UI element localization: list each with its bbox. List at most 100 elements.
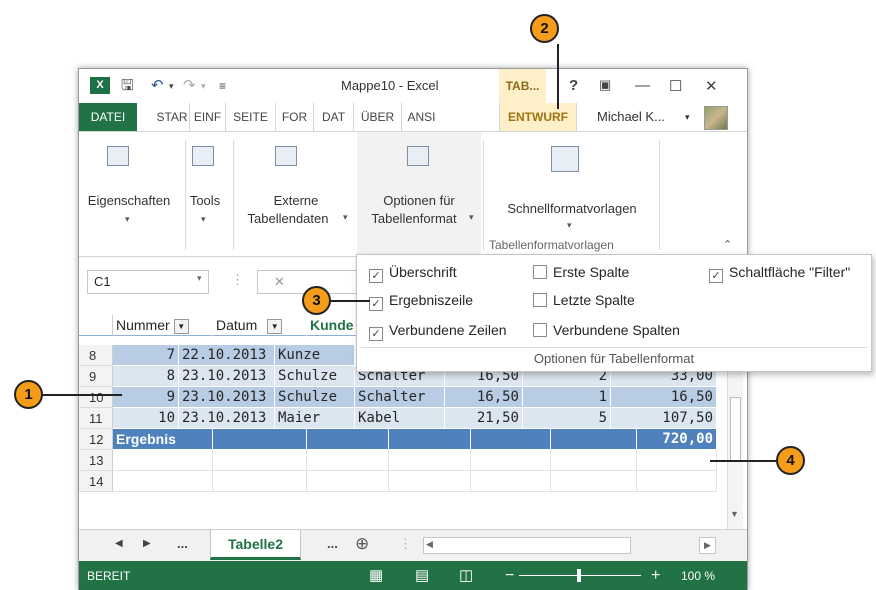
cancel-formula-icon[interactable]: ✕ [274, 274, 285, 290]
empty-cell[interactable] [213, 471, 307, 492]
cell-datum[interactable]: 23.10.2013 [179, 387, 275, 408]
page-break-view-icon[interactable]: ◫ [459, 561, 473, 590]
external-data-label-1[interactable]: Externe [237, 192, 355, 210]
total-cell[interactable] [551, 429, 637, 450]
cell-artikel[interactable]: Schalter [355, 387, 445, 408]
scroll-down-icon[interactable]: ▼ [730, 509, 739, 519]
option-ergebniszeile[interactable]: ✓ Ergebniszeile [369, 291, 473, 311]
total-cell[interactable] [307, 429, 389, 450]
sheet-prev-icon[interactable]: ◀ [115, 538, 123, 549]
cell-summe[interactable]: 16,50 [611, 387, 717, 408]
row-number[interactable]: 10 [79, 387, 113, 408]
empty-cell[interactable] [471, 471, 551, 492]
tab-datei[interactable]: DATEI [79, 103, 137, 131]
cell-nummer[interactable]: 9 [113, 387, 179, 408]
scroll-right-icon[interactable]: ▶ [699, 537, 716, 554]
total-summe[interactable]: 720,00 [637, 429, 717, 450]
checkbox-checked-icon[interactable]: ✓ [709, 269, 723, 283]
tab-daten[interactable]: DAT [313, 103, 353, 131]
total-cell[interactable] [389, 429, 471, 450]
checkbox-unchecked-icon[interactable] [533, 293, 547, 307]
checkbox-checked-icon[interactable]: ✓ [369, 269, 383, 283]
checkbox-checked-icon[interactable]: ✓ [369, 297, 383, 311]
corner[interactable] [79, 315, 113, 336]
empty-cell[interactable] [113, 471, 213, 492]
option-filter-button[interactable]: ✓ Schaltfläche "Filter" [709, 263, 850, 283]
option-erste-spalte[interactable]: Erste Spalte [533, 263, 629, 281]
maximize-icon[interactable]: ☐ [669, 77, 682, 95]
customize-quick-access-icon[interactable]: ≡ [219, 77, 226, 95]
properties-button[interactable]: Eigenschaften [79, 192, 179, 210]
zoom-slider-thumb[interactable] [577, 569, 581, 582]
zoom-out-icon[interactable]: − [505, 561, 514, 590]
help-icon[interactable]: ? [569, 77, 578, 94]
cell-kunde[interactable]: Schulze [275, 366, 355, 387]
tab-ansicht[interactable]: ANSI [401, 103, 441, 131]
empty-cell[interactable] [307, 471, 389, 492]
user-name[interactable]: Michael K... [597, 103, 665, 131]
scroll-left-icon[interactable]: ◀ [426, 539, 433, 550]
empty-cell[interactable] [307, 450, 389, 471]
checkbox-checked-icon[interactable]: ✓ [369, 327, 383, 341]
empty-cell[interactable] [637, 471, 717, 492]
cell-kunde[interactable]: Schulze [275, 387, 355, 408]
zoom-in-icon[interactable]: + [651, 561, 660, 590]
table-style-options-label-1[interactable]: Optionen für [357, 192, 481, 210]
cell-menge[interactable]: 5 [523, 408, 611, 429]
external-data-label-2[interactable]: Tabellendaten [235, 210, 341, 228]
empty-cell[interactable] [471, 450, 551, 471]
total-label[interactable]: Ergebnis [113, 429, 213, 450]
avatar[interactable] [704, 106, 728, 130]
tab-start[interactable]: STAR [155, 103, 189, 131]
normal-view-icon[interactable]: ▦ [369, 561, 383, 590]
row-number[interactable]: 14 [79, 471, 113, 492]
option-verbundene-spalten[interactable]: Verbundene Spalten [533, 321, 680, 339]
empty-cell[interactable] [213, 450, 307, 471]
collapse-ribbon-icon[interactable]: ⌃ [723, 238, 732, 251]
row-number[interactable]: 11 [79, 408, 113, 429]
option-verbundene-zeilen[interactable]: ✓ Verbundene Zeilen [369, 321, 507, 341]
sheet-next-icon[interactable]: ▶ [143, 538, 151, 549]
cell-datum[interactable]: 22.10.2013 [179, 345, 275, 366]
empty-cell[interactable] [389, 450, 471, 471]
total-cell[interactable] [471, 429, 551, 450]
tab-einfuegen[interactable]: EINF [189, 103, 225, 131]
tools-button[interactable]: Tools [187, 192, 223, 210]
filter-dropdown-icon[interactable]: ▼ [173, 318, 189, 334]
quick-styles-button[interactable]: Schnellformatvorlagen [487, 200, 657, 218]
sheet-tab-tabelle2[interactable]: Tabelle2 [210, 530, 301, 560]
cell-datum[interactable]: 23.10.2013 [179, 408, 275, 429]
total-cell[interactable] [213, 429, 307, 450]
empty-cell[interactable] [551, 471, 637, 492]
redo-icon[interactable]: ↷ [183, 77, 196, 95]
save-icon[interactable]: 🖫 [121, 77, 134, 95]
option-ueberschrift[interactable]: ✓ Überschrift [369, 263, 457, 283]
redo-dropdown-icon[interactable]: ▾ [201, 77, 206, 95]
row-number[interactable]: 8 [79, 345, 113, 366]
cell-summe[interactable]: 107,50 [611, 408, 717, 429]
cell-preis[interactable]: 16,50 [445, 387, 523, 408]
ribbon-display-options-icon[interactable]: ▣ [599, 77, 611, 93]
sheet-more-left[interactable]: ... [177, 536, 188, 551]
empty-cell[interactable] [113, 450, 213, 471]
vertical-scroll-thumb[interactable] [730, 397, 741, 461]
sheet-more-right[interactable]: ... [327, 536, 338, 551]
cell-nummer[interactable]: 8 [113, 366, 179, 387]
user-dropdown-icon[interactable]: ▾ [685, 103, 690, 131]
empty-cell[interactable] [389, 471, 471, 492]
zoom-level[interactable]: 100 % [681, 561, 715, 590]
undo-icon[interactable]: ↶ [151, 77, 164, 95]
close-icon[interactable]: ✕ [705, 77, 718, 95]
empty-cell[interactable] [637, 450, 717, 471]
name-box-dropdown-icon[interactable]: ▾ [197, 273, 202, 284]
page-layout-view-icon[interactable]: ▤ [415, 561, 429, 590]
checkbox-unchecked-icon[interactable] [533, 265, 547, 279]
cell-nummer[interactable]: 10 [113, 408, 179, 429]
cell-kunde[interactable]: Maier [275, 408, 355, 429]
cell-datum[interactable]: 23.10.2013 [179, 366, 275, 387]
tab-split-icon[interactable]: ⋮ [399, 536, 412, 552]
new-sheet-icon[interactable]: ⊕ [355, 534, 369, 554]
row-number[interactable]: 9 [79, 366, 113, 387]
empty-cell[interactable] [551, 450, 637, 471]
table-style-options-label-2[interactable]: Tabellenformat [361, 210, 467, 228]
